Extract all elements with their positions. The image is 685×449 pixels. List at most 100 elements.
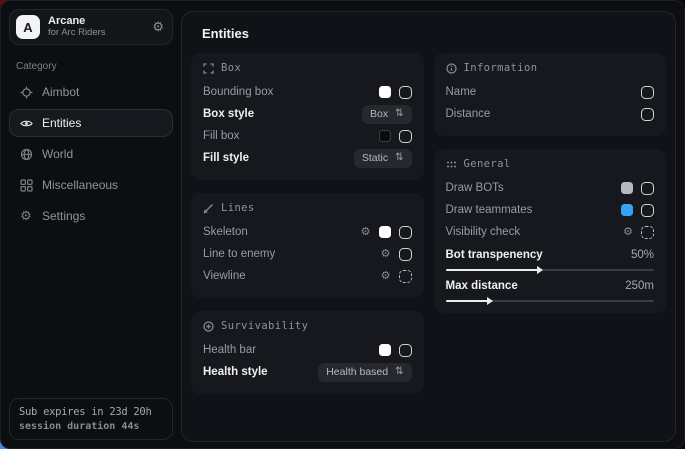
panel-title: Box (221, 62, 241, 74)
row-viewline: Viewline ⚙ (203, 265, 412, 287)
box-style-dropdown[interactable]: Box ⇅ (362, 105, 411, 124)
sidebar-item-label: Aimbot (42, 85, 79, 99)
sidebar-item-entities[interactable]: Entities (9, 109, 173, 137)
row-health-style: Health style Health based ⇅ (203, 361, 412, 383)
row-label: Box style (203, 108, 254, 120)
bounding-box-checkbox[interactable] (399, 86, 412, 99)
line-to-enemy-checkbox[interactable] (399, 248, 412, 261)
health-bar-color-swatch[interactable] (379, 344, 391, 356)
row-skeleton: Skeleton ⚙ (203, 221, 412, 243)
crosshair-icon (19, 86, 33, 99)
row-label: Max distance (446, 280, 518, 292)
panel-information: Information Name Distance (434, 53, 667, 136)
sidebar-item-settings[interactable]: ⚙ Settings (9, 202, 173, 230)
row-health-bar: Health bar (203, 339, 412, 361)
panel-box: Box Bounding box Box style Box ⇅ (191, 53, 424, 180)
category-label: Category (16, 61, 173, 72)
skeleton-checkbox[interactable] (399, 226, 412, 239)
cheat-menu-window: A Arcane for Arc Riders ⚙ Category Aimbo… (0, 0, 685, 449)
row-visibility-check: Visibility check ⚙ (446, 221, 655, 243)
chevrons-updown-icon: ⇅ (395, 153, 403, 163)
panel-general: General Draw BOTs Draw teammates (434, 149, 667, 313)
row-label: Draw BOTs (446, 182, 504, 194)
viewline-settings-icon[interactable]: ⚙ (381, 271, 391, 282)
max-distance-slider[interactable] (446, 300, 655, 302)
skeleton-settings-icon[interactable]: ⚙ (361, 227, 371, 238)
chevrons-updown-icon: ⇅ (395, 109, 403, 119)
draw-bots-color-swatch[interactable] (621, 182, 633, 194)
row-label: Visibility check (446, 226, 521, 238)
globe-icon (19, 148, 33, 161)
row-label: Fill style (203, 152, 249, 164)
bounding-box-color-swatch[interactable] (379, 86, 391, 98)
row-label: Distance (446, 108, 491, 120)
pencil-icon (203, 203, 214, 214)
app-logo-letter: A (23, 20, 32, 35)
line-to-enemy-settings-icon[interactable]: ⚙ (381, 249, 391, 260)
row-distance: Distance (446, 103, 655, 125)
row-label: Skeleton (203, 226, 248, 238)
row-name: Name (446, 81, 655, 103)
row-fill-box: Fill box (203, 125, 412, 147)
health-bar-checkbox[interactable] (399, 344, 412, 357)
fill-box-color-swatch[interactable] (379, 130, 391, 142)
sidebar-item-aimbot[interactable]: Aimbot (9, 78, 173, 106)
fill-style-dropdown[interactable]: Static ⇅ (354, 149, 412, 168)
sidebar-item-world[interactable]: World (9, 140, 173, 168)
sidebar-item-label: Entities (42, 116, 81, 130)
panel-title: General (464, 158, 511, 170)
row-label: Bounding box (203, 86, 273, 98)
main-content: Entities Box Bounding box (181, 11, 676, 442)
viewline-checkbox[interactable] (399, 270, 412, 283)
sub-expires-text: Sub expires in 23d 20h (19, 406, 163, 418)
sidebar-nav: Aimbot Entities World (9, 78, 173, 230)
row-max-distance: Max distance 250m (446, 277, 655, 302)
box-corners-icon (203, 63, 214, 74)
row-draw-bots: Draw BOTs (446, 177, 655, 199)
panel-lines: Lines Skeleton ⚙ Line to enemy ⚙ (191, 193, 424, 298)
subscription-card: Sub expires in 23d 20h session duration … (9, 398, 173, 440)
fill-box-checkbox[interactable] (399, 130, 412, 143)
row-label: Bot transpenency (446, 249, 543, 261)
draw-teammates-color-swatch[interactable] (621, 204, 633, 216)
eye-icon (19, 117, 33, 130)
row-label: Health style (203, 366, 268, 378)
draw-teammates-checkbox[interactable] (641, 204, 654, 217)
row-label: Line to enemy (203, 248, 275, 260)
max-distance-value: 250m (625, 280, 654, 292)
visibility-check-settings-icon[interactable]: ⚙ (623, 227, 633, 238)
panel-title: Information (464, 62, 538, 74)
row-label: Draw teammates (446, 204, 533, 216)
panel-survivability: Survivability Health bar Health style He… (191, 311, 424, 394)
info-icon (446, 63, 457, 74)
app-logo: A (16, 15, 40, 39)
visibility-check-checkbox[interactable] (641, 226, 654, 239)
sidebar-item-label: Settings (42, 209, 85, 223)
grid-icon (19, 179, 33, 192)
header-gear-icon[interactable]: ⚙ (152, 19, 164, 35)
sidebar-item-miscellaneous[interactable]: Miscellaneous (9, 171, 173, 199)
bot-transparency-slider[interactable] (446, 269, 655, 271)
row-line-to-enemy: Line to enemy ⚙ (203, 243, 412, 265)
dots-grid-icon (446, 159, 457, 170)
sidebar: A Arcane for Arc Riders ⚙ Category Aimbo… (1, 1, 181, 448)
slider-fill (446, 269, 542, 271)
draw-bots-checkbox[interactable] (641, 182, 654, 195)
skeleton-color-swatch[interactable] (379, 226, 391, 238)
name-checkbox[interactable] (641, 86, 654, 99)
row-box-style: Box style Box ⇅ (203, 103, 412, 125)
panel-title: Lines (221, 202, 255, 214)
row-label: Fill box (203, 130, 239, 142)
row-bounding-box: Bounding box (203, 81, 412, 103)
health-icon (203, 321, 214, 332)
health-style-dropdown[interactable]: Health based ⇅ (318, 363, 411, 382)
row-bot-transparency: Bot transpenency 50% (446, 246, 655, 271)
distance-checkbox[interactable] (641, 108, 654, 121)
panel-title: Survivability (221, 320, 308, 332)
page-title: Entities (182, 12, 675, 51)
slider-fill (446, 300, 492, 302)
gear-icon: ⚙ (19, 208, 33, 224)
row-fill-style: Fill style Static ⇅ (203, 147, 412, 169)
row-label: Name (446, 86, 477, 98)
row-label: Health bar (203, 344, 256, 356)
